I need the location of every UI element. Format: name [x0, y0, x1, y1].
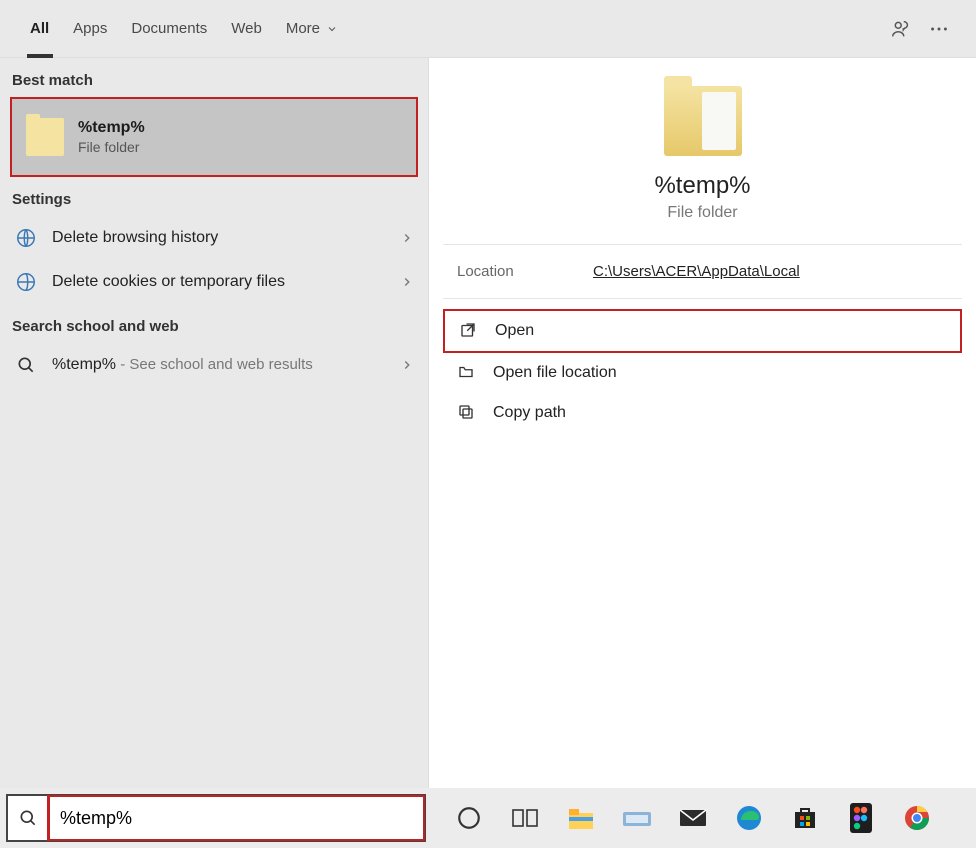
- search-input[interactable]: %temp%: [48, 796, 424, 840]
- keyboard-icon[interactable]: [620, 801, 654, 835]
- figma-icon[interactable]: [844, 801, 878, 835]
- open-icon: [459, 321, 479, 341]
- feedback-icon: [890, 18, 912, 40]
- settings-item-delete-history[interactable]: Delete browsing history: [0, 216, 428, 260]
- copy-path-action[interactable]: Copy path: [443, 393, 962, 433]
- chevron-down-icon: [326, 23, 338, 35]
- settings-item-label: Delete browsing history: [52, 229, 386, 247]
- settings-item-delete-cookies[interactable]: Delete cookies or temporary files: [0, 260, 428, 304]
- globe-refresh-icon: [14, 226, 38, 250]
- search-icon: [14, 353, 38, 377]
- best-match-result[interactable]: %temp% File folder: [10, 97, 418, 177]
- chrome-icon[interactable]: [900, 801, 934, 835]
- location-label: Location: [457, 263, 593, 280]
- tab-web[interactable]: Web: [219, 0, 274, 58]
- cortana-icon[interactable]: [452, 801, 486, 835]
- search-filter-tabs: All Apps Documents Web More: [0, 0, 976, 58]
- search-results-body: Best match %temp% File folder Settings D…: [0, 58, 976, 788]
- preview-pane: %temp% File folder Location C:\Users\ACE…: [428, 58, 976, 788]
- open-action[interactable]: Open: [443, 309, 962, 353]
- taskbar-search[interactable]: %temp%: [6, 794, 426, 842]
- settings-header: Settings: [0, 177, 428, 216]
- search-web-header: Search school and web: [0, 304, 428, 343]
- open-file-location-action[interactable]: Open file location: [443, 353, 962, 393]
- chevron-right-icon: [400, 231, 414, 245]
- taskbar-apps: [432, 801, 976, 835]
- location-link[interactable]: C:\Users\ACER\AppData\Local: [593, 263, 800, 280]
- chevron-right-icon: [400, 358, 414, 372]
- folder-icon: [664, 86, 742, 156]
- mail-icon[interactable]: [676, 801, 710, 835]
- web-search-result[interactable]: %temp% - See school and web results: [0, 343, 428, 387]
- best-match-title: %temp%: [78, 119, 145, 137]
- location-row: Location C:\Users\ACER\AppData\Local: [429, 245, 976, 298]
- open-file-location-label: Open file location: [493, 364, 617, 382]
- folder-icon: [26, 118, 64, 156]
- tab-all[interactable]: All: [18, 0, 61, 58]
- tab-apps[interactable]: Apps: [61, 0, 119, 58]
- ellipsis-icon: [928, 18, 950, 40]
- microsoft-store-icon[interactable]: [788, 801, 822, 835]
- feedback-button[interactable]: [882, 10, 920, 48]
- preview-subtitle: File folder: [667, 204, 737, 222]
- taskbar: %temp%: [0, 788, 976, 848]
- copy-path-label: Copy path: [493, 404, 566, 422]
- copy-icon: [457, 403, 477, 423]
- settings-item-label: Delete cookies or temporary files: [52, 273, 386, 291]
- folder-open-icon: [457, 363, 477, 383]
- chevron-right-icon: [400, 275, 414, 289]
- task-view-icon[interactable]: [508, 801, 542, 835]
- best-match-header: Best match: [0, 58, 428, 97]
- tab-documents[interactable]: Documents: [119, 0, 219, 58]
- open-label: Open: [495, 322, 534, 340]
- globe-gear-icon: [14, 270, 38, 294]
- search-icon: [8, 796, 48, 840]
- preview-title: %temp%: [654, 172, 750, 200]
- best-match-subtitle: File folder: [78, 139, 145, 155]
- tab-more[interactable]: More: [274, 0, 350, 58]
- results-list: Best match %temp% File folder Settings D…: [0, 58, 428, 788]
- more-options-button[interactable]: [920, 10, 958, 48]
- edge-icon[interactable]: [732, 801, 766, 835]
- file-explorer-icon[interactable]: [564, 801, 598, 835]
- web-search-label: %temp% - See school and web results: [52, 356, 386, 374]
